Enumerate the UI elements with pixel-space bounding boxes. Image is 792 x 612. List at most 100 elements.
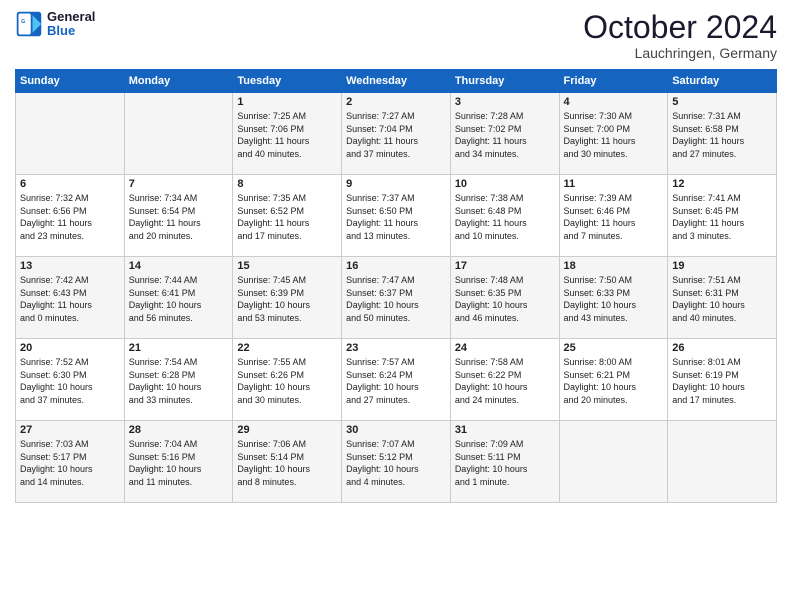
day-info: Sunrise: 7:39 AM Sunset: 6:46 PM Dayligh…: [564, 192, 664, 242]
calendar-cell: 18Sunrise: 7:50 AM Sunset: 6:33 PM Dayli…: [559, 257, 668, 339]
calendar-cell: 14 Sunrise: 7:44 AM Sunset: 6:41 PM Dayli…: [124, 257, 233, 339]
calendar-cell: 30 Sunrise: 7:07 AM Sunset: 5:12 PM Dayli…: [342, 421, 451, 503]
calendar-cell: 31Sunrise: 7:09 AM Sunset: 5:11 PM Dayli…: [450, 421, 559, 503]
weekday-header: Sunday: [16, 70, 125, 93]
day-number: 10: [455, 178, 555, 190]
calendar-cell: 19Sunrise: 7:51 AM Sunset: 6:31 PM Dayli…: [668, 257, 777, 339]
calendar-cell: 27Sunrise: 7:03 AM Sunset: 5:17 PM Dayli…: [16, 421, 125, 503]
day-number: 14: [129, 260, 229, 272]
day-number: 29: [237, 424, 337, 436]
day-info: Sunrise: 7:04 AM Sunset: 5:16 PM Dayligh…: [129, 438, 229, 488]
day-number: 11: [564, 178, 664, 190]
weekday-header: Thursday: [450, 70, 559, 93]
weekday-header: Wednesday: [342, 70, 451, 93]
calendar-cell: 11 Sunrise: 7:39 AM Sunset: 6:46 PM Dayli…: [559, 175, 668, 257]
calendar-cell: 9 Sunrise: 7:37 AM Sunset: 6:50 PM Daylig…: [342, 175, 451, 257]
calendar-cell: 3 Sunrise: 7:28 AM Sunset: 7:02 PM Daylig…: [450, 93, 559, 175]
calendar-row: 6 Sunrise: 7:32 AM Sunset: 6:56 PM Daylig…: [16, 175, 777, 257]
day-info: Sunrise: 7:47 AM Sunset: 6:37 PM Dayligh…: [346, 274, 446, 324]
location: Lauchringen, Germany: [583, 45, 777, 61]
day-number: 3: [455, 96, 555, 108]
day-info: Sunrise: 7:42 AM Sunset: 6:43 PM Dayligh…: [20, 274, 120, 324]
calendar-table: SundayMondayTuesdayWednesdayThursdayFrid…: [15, 69, 777, 503]
calendar-cell: [16, 93, 125, 175]
day-number: 21: [129, 342, 229, 354]
calendar-cell: 5 Sunrise: 7:31 AM Sunset: 6:58 PM Daylig…: [668, 93, 777, 175]
calendar-cell: 16 Sunrise: 7:47 AM Sunset: 6:37 PM Dayli…: [342, 257, 451, 339]
calendar-cell: 28 Sunrise: 7:04 AM Sunset: 5:16 PM Dayli…: [124, 421, 233, 503]
calendar-cell: 7 Sunrise: 7:34 AM Sunset: 6:54 PM Daylig…: [124, 175, 233, 257]
day-info: Sunrise: 7:32 AM Sunset: 6:56 PM Dayligh…: [20, 192, 120, 242]
day-number: 5: [672, 96, 772, 108]
calendar-cell: 23 Sunrise: 7:57 AM Sunset: 6:24 PM Dayli…: [342, 339, 451, 421]
calendar-cell: 22 Sunrise: 7:55 AM Sunset: 6:26 PM Dayli…: [233, 339, 342, 421]
calendar-cell: [559, 421, 668, 503]
svg-text:G: G: [21, 19, 25, 25]
title-block: October 2024 Lauchringen, Germany: [583, 10, 777, 61]
day-info: Sunrise: 7:55 AM Sunset: 6:26 PM Dayligh…: [237, 356, 337, 406]
day-info: Sunrise: 7:57 AM Sunset: 6:24 PM Dayligh…: [346, 356, 446, 406]
day-number: 17: [455, 260, 555, 272]
calendar-cell: 8Sunrise: 7:35 AM Sunset: 6:52 PM Daylig…: [233, 175, 342, 257]
calendar-cell: 15Sunrise: 7:45 AM Sunset: 6:39 PM Dayli…: [233, 257, 342, 339]
calendar-row: 13 Sunrise: 7:42 AM Sunset: 6:43 PM Dayli…: [16, 257, 777, 339]
weekday-header: Friday: [559, 70, 668, 93]
day-info: Sunrise: 8:00 AM Sunset: 6:21 PM Dayligh…: [564, 356, 664, 406]
calendar-row: 1 Sunrise: 7:25 AM Sunset: 7:06 PM Daylig…: [16, 93, 777, 175]
day-info: Sunrise: 7:44 AM Sunset: 6:41 PM Dayligh…: [129, 274, 229, 324]
day-number: 6: [20, 178, 120, 190]
calendar-cell: 2Sunrise: 7:27 AM Sunset: 7:04 PM Daylig…: [342, 93, 451, 175]
calendar-page: G General Blue October 2024 Lauchringen,…: [0, 0, 792, 612]
logo-icon: G: [15, 10, 43, 38]
header: G General Blue October 2024 Lauchringen,…: [15, 10, 777, 61]
day-info: Sunrise: 7:51 AM Sunset: 6:31 PM Dayligh…: [672, 274, 772, 324]
calendar-cell: 20 Sunrise: 7:52 AM Sunset: 6:30 PM Dayli…: [16, 339, 125, 421]
day-info: Sunrise: 7:50 AM Sunset: 6:33 PM Dayligh…: [564, 274, 664, 324]
day-number: 13: [20, 260, 120, 272]
day-number: 4: [564, 96, 664, 108]
calendar-cell: [124, 93, 233, 175]
day-info: Sunrise: 7:58 AM Sunset: 6:22 PM Dayligh…: [455, 356, 555, 406]
day-info: Sunrise: 7:31 AM Sunset: 6:58 PM Dayligh…: [672, 110, 772, 160]
day-number: 24: [455, 342, 555, 354]
day-number: 2: [346, 96, 446, 108]
calendar-cell: 1 Sunrise: 7:25 AM Sunset: 7:06 PM Daylig…: [233, 93, 342, 175]
day-number: 28: [129, 424, 229, 436]
day-number: 16: [346, 260, 446, 272]
day-info: Sunrise: 7:38 AM Sunset: 6:48 PM Dayligh…: [455, 192, 555, 242]
weekday-header: Saturday: [668, 70, 777, 93]
calendar-cell: 10 Sunrise: 7:38 AM Sunset: 6:48 PM Dayli…: [450, 175, 559, 257]
day-info: Sunrise: 7:34 AM Sunset: 6:54 PM Dayligh…: [129, 192, 229, 242]
day-info: Sunrise: 7:28 AM Sunset: 7:02 PM Dayligh…: [455, 110, 555, 160]
day-info: Sunrise: 7:41 AM Sunset: 6:45 PM Dayligh…: [672, 192, 772, 242]
calendar-cell: 4Sunrise: 7:30 AM Sunset: 7:00 PM Daylig…: [559, 93, 668, 175]
logo-general: General: [47, 10, 95, 24]
day-info: Sunrise: 7:37 AM Sunset: 6:50 PM Dayligh…: [346, 192, 446, 242]
calendar-cell: 12Sunrise: 7:41 AM Sunset: 6:45 PM Dayli…: [668, 175, 777, 257]
day-number: 1: [237, 96, 337, 108]
day-number: 30: [346, 424, 446, 436]
calendar-row: 20 Sunrise: 7:52 AM Sunset: 6:30 PM Dayli…: [16, 339, 777, 421]
header-row: SundayMondayTuesdayWednesdayThursdayFrid…: [16, 70, 777, 93]
calendar-cell: 6 Sunrise: 7:32 AM Sunset: 6:56 PM Daylig…: [16, 175, 125, 257]
day-number: 8: [237, 178, 337, 190]
day-number: 7: [129, 178, 229, 190]
day-number: 15: [237, 260, 337, 272]
day-info: Sunrise: 7:52 AM Sunset: 6:30 PM Dayligh…: [20, 356, 120, 406]
month-title: October 2024: [583, 10, 777, 45]
day-info: Sunrise: 7:09 AM Sunset: 5:11 PM Dayligh…: [455, 438, 555, 488]
day-number: 9: [346, 178, 446, 190]
day-number: 23: [346, 342, 446, 354]
calendar-cell: 21Sunrise: 7:54 AM Sunset: 6:28 PM Dayli…: [124, 339, 233, 421]
calendar-cell: 25Sunrise: 8:00 AM Sunset: 6:21 PM Dayli…: [559, 339, 668, 421]
day-number: 22: [237, 342, 337, 354]
calendar-cell: 17Sunrise: 7:48 AM Sunset: 6:35 PM Dayli…: [450, 257, 559, 339]
day-info: Sunrise: 7:07 AM Sunset: 5:12 PM Dayligh…: [346, 438, 446, 488]
day-info: Sunrise: 7:25 AM Sunset: 7:06 PM Dayligh…: [237, 110, 337, 160]
calendar-cell: 13 Sunrise: 7:42 AM Sunset: 6:43 PM Dayli…: [16, 257, 125, 339]
day-number: 27: [20, 424, 120, 436]
day-info: Sunrise: 7:06 AM Sunset: 5:14 PM Dayligh…: [237, 438, 337, 488]
day-number: 20: [20, 342, 120, 354]
calendar-cell: 26Sunrise: 8:01 AM Sunset: 6:19 PM Dayli…: [668, 339, 777, 421]
calendar-row: 27Sunrise: 7:03 AM Sunset: 5:17 PM Dayli…: [16, 421, 777, 503]
